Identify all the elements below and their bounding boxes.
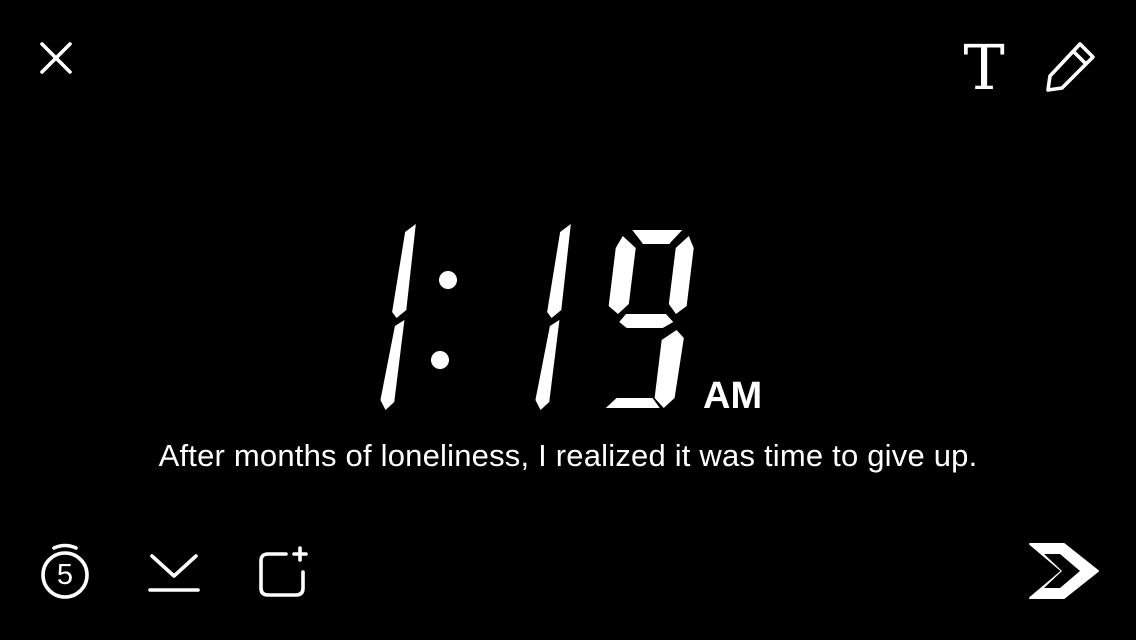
timer-value: 5 (56, 559, 74, 591)
timer-button[interactable]: 5 (36, 542, 94, 602)
add-to-story-button[interactable] (256, 546, 314, 600)
text-tool-button[interactable]: T (958, 31, 1010, 104)
clock-sticker[interactable]: AM (370, 222, 770, 417)
send-arrow-icon (1029, 543, 1099, 599)
send-button[interactable] (1024, 540, 1104, 602)
clock-colon (431, 271, 457, 369)
add-story-icon (259, 546, 308, 597)
clock-minutes-digit-1 (535, 224, 571, 410)
close-button[interactable] (36, 38, 76, 78)
pencil-icon (1046, 42, 1095, 92)
caption-text[interactable]: After months of loneliness, I realized i… (0, 436, 1136, 476)
clock-minutes-digit-2 (605, 230, 694, 408)
clock-hours-digit (380, 224, 416, 410)
close-icon (40, 42, 72, 74)
clock-period: AM (703, 375, 762, 417)
text-tool-icon: T (963, 31, 1005, 104)
download-icon (148, 554, 200, 592)
save-button[interactable] (146, 550, 202, 596)
draw-tool-button[interactable] (1040, 40, 1098, 94)
